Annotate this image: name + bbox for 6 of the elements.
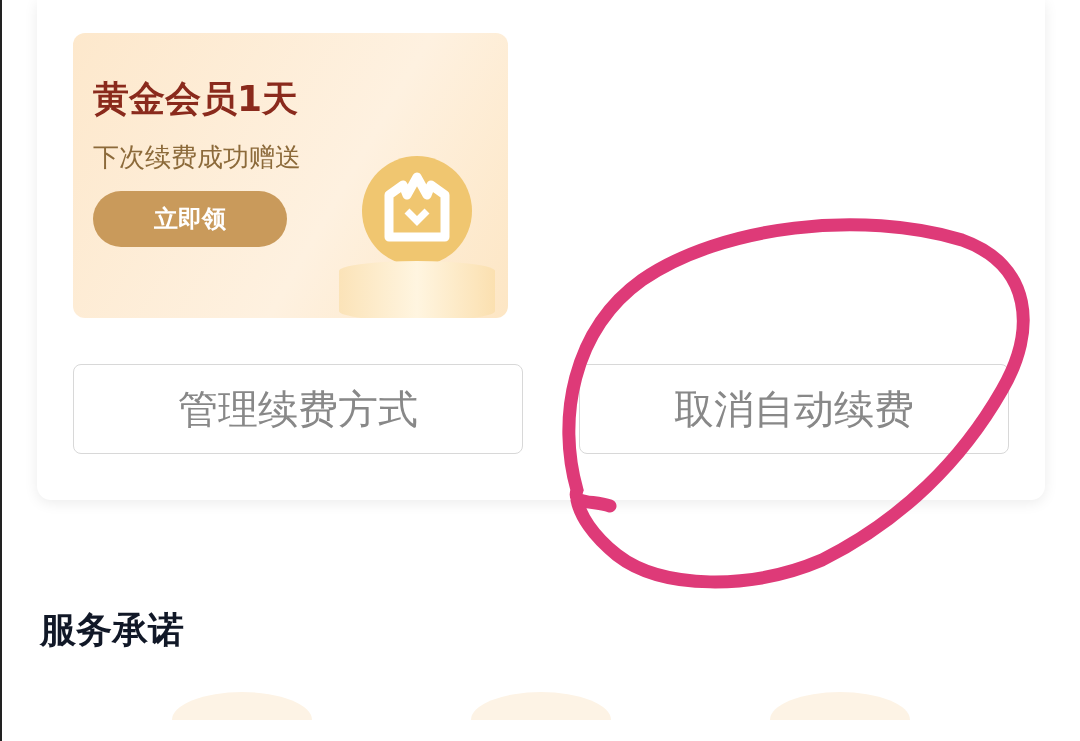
promo-title: 黄金会员1天: [93, 77, 299, 121]
promo-subtitle: 下次续费成功赠送: [93, 141, 301, 173]
claim-button[interactable]: 立即领: [93, 191, 287, 247]
section-title: 服务承诺: [40, 608, 185, 652]
action-button[interactable]: 管理续费方式: [73, 364, 523, 454]
action-button[interactable]: 取消自动续费: [579, 364, 1009, 454]
